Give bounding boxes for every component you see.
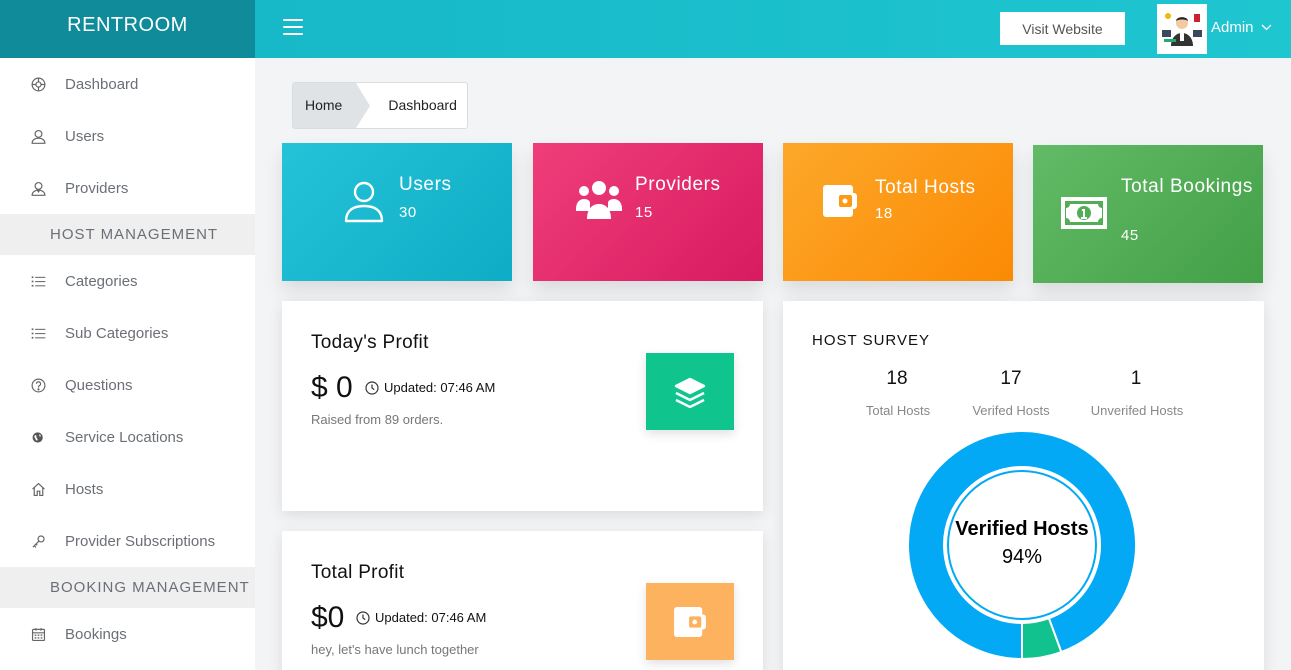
layers-icon xyxy=(674,377,706,408)
group-icon xyxy=(576,179,622,228)
list-icon xyxy=(28,271,48,291)
stat-title: Providers xyxy=(635,174,721,195)
avatar[interactable] xyxy=(1157,4,1207,54)
sidebar-item-label: Users xyxy=(65,127,105,145)
sidebar-item-sub-categories[interactable]: Sub Categories xyxy=(0,307,255,359)
today-profit-card: Today's Profit $ 0 Updated: 07:46 AM Rai… xyxy=(282,301,763,511)
breadcrumb: Home Dashboard xyxy=(292,82,468,129)
sidebar-item-label: Dashboard xyxy=(65,75,139,93)
sidebar-section-host: HOST MANAGEMENT xyxy=(0,214,255,255)
home-icon xyxy=(28,479,48,499)
sidebar-item-questions[interactable]: Questions xyxy=(0,359,255,411)
clock-icon xyxy=(356,610,370,625)
sidebar-item-label: Questions xyxy=(65,376,133,394)
profit-icon-box xyxy=(646,583,734,660)
updated-time: Updated: 07:46 AM xyxy=(365,380,495,395)
survey-total-label: Total Hosts xyxy=(865,403,931,418)
sidebar-item-label: Providers xyxy=(65,179,129,197)
sidebar-item-categories[interactable]: Categories xyxy=(0,255,255,307)
donut-label: Verified Hosts xyxy=(955,518,1089,540)
updated-time: Updated: 07:46 AM xyxy=(356,610,486,625)
sidebar-item-users[interactable]: Users xyxy=(0,110,255,162)
sidebar-item-label: Sub Categories xyxy=(65,324,169,342)
stat-card-users[interactable]: Users 30 xyxy=(282,143,512,281)
stat-value: 15 xyxy=(635,204,653,221)
survey-verified-value: 17 xyxy=(1000,368,1022,389)
sidebar: Dashboard Users Providers HOST MANAGEMEN… xyxy=(0,58,255,670)
card-title: Total Profit xyxy=(311,562,405,583)
user-icon xyxy=(28,126,48,146)
stat-value: 18 xyxy=(875,205,893,222)
brand-logo[interactable]: RENTROOM xyxy=(0,0,255,58)
stat-card-total-hosts[interactable]: Total Hosts 18 xyxy=(783,143,1013,281)
sidebar-item-bookings[interactable]: Bookings xyxy=(0,608,255,660)
clock-icon xyxy=(365,380,379,395)
sidebar-item-label: Hosts xyxy=(65,480,104,498)
sidebar-item-label: Categories xyxy=(65,272,138,290)
breadcrumb-home[interactable]: Home xyxy=(293,83,371,128)
profit-amount: $0 xyxy=(311,601,345,634)
dashboard-icon xyxy=(28,74,48,94)
stat-card-total-bookings[interactable]: Total Bookings 45 xyxy=(1033,145,1263,283)
menu-toggle-icon[interactable] xyxy=(283,19,303,37)
stat-title: Total Hosts xyxy=(875,177,976,198)
stat-value: 45 xyxy=(1121,227,1139,244)
breadcrumb-current: Dashboard xyxy=(388,97,457,113)
card-title: Today's Profit xyxy=(311,332,429,353)
provider-icon xyxy=(28,178,48,198)
user-icon xyxy=(342,179,386,228)
sidebar-item-label: Bookings xyxy=(65,625,127,643)
topbar: Visit Website Admin xyxy=(255,0,1291,58)
sidebar-item-hosts[interactable]: Hosts xyxy=(0,463,255,515)
host-survey-card: HOST SURVEY 18 Total Hosts 17 Verifed Ho… xyxy=(783,301,1264,670)
stat-card-providers[interactable]: Providers 15 xyxy=(533,143,763,281)
profit-note: Raised from 89 orders. xyxy=(311,412,444,427)
sidebar-item-provider-subscriptions[interactable]: Provider Subscriptions xyxy=(0,515,255,567)
sidebar-item-service-locations[interactable]: Service Locations xyxy=(0,411,255,463)
user-name: Admin xyxy=(1211,19,1254,36)
survey-total-value: 18 xyxy=(886,368,908,389)
card-title: HOST SURVEY xyxy=(812,332,930,349)
donut-value: 94% xyxy=(1001,546,1043,568)
key-icon xyxy=(28,531,48,551)
stat-title: Users xyxy=(399,174,452,195)
sidebar-item-providers[interactable]: Providers xyxy=(0,162,255,214)
sidebar-item-label: Service Locations xyxy=(65,428,184,446)
sidebar-item-label: Provider Subscriptions xyxy=(65,532,216,550)
total-profit-card: Total Profit $0 Updated: 07:46 AM hey, l… xyxy=(282,531,763,670)
profit-icon-box xyxy=(646,353,734,430)
donut-center-label: Verified Hosts 94% xyxy=(906,518,1138,569)
stat-title: Total Bookings xyxy=(1121,176,1253,197)
wallet-icon xyxy=(674,606,706,637)
visit-website-button[interactable]: Visit Website xyxy=(1000,12,1125,45)
sidebar-item-dashboard[interactable]: Dashboard xyxy=(0,58,255,110)
calendar-icon xyxy=(28,624,48,644)
sidebar-section-booking: BOOKING MANAGEMENT xyxy=(0,567,255,608)
money-icon xyxy=(1061,197,1107,234)
question-icon xyxy=(28,375,48,395)
globe-icon xyxy=(28,427,48,447)
profit-note: hey, let's have lunch together xyxy=(311,642,479,657)
survey-unverified-label: Unverifed Hosts xyxy=(1090,403,1184,418)
stat-value: 30 xyxy=(399,204,417,221)
user-menu[interactable]: Admin xyxy=(1211,19,1272,36)
profit-amount: $ 0 xyxy=(311,371,353,404)
list-icon xyxy=(28,323,48,343)
survey-verified-label: Verifed Hosts xyxy=(972,403,1050,418)
wallet-icon xyxy=(823,185,857,222)
chevron-down-icon xyxy=(1261,24,1271,31)
survey-unverified-value: 1 xyxy=(1130,368,1142,389)
